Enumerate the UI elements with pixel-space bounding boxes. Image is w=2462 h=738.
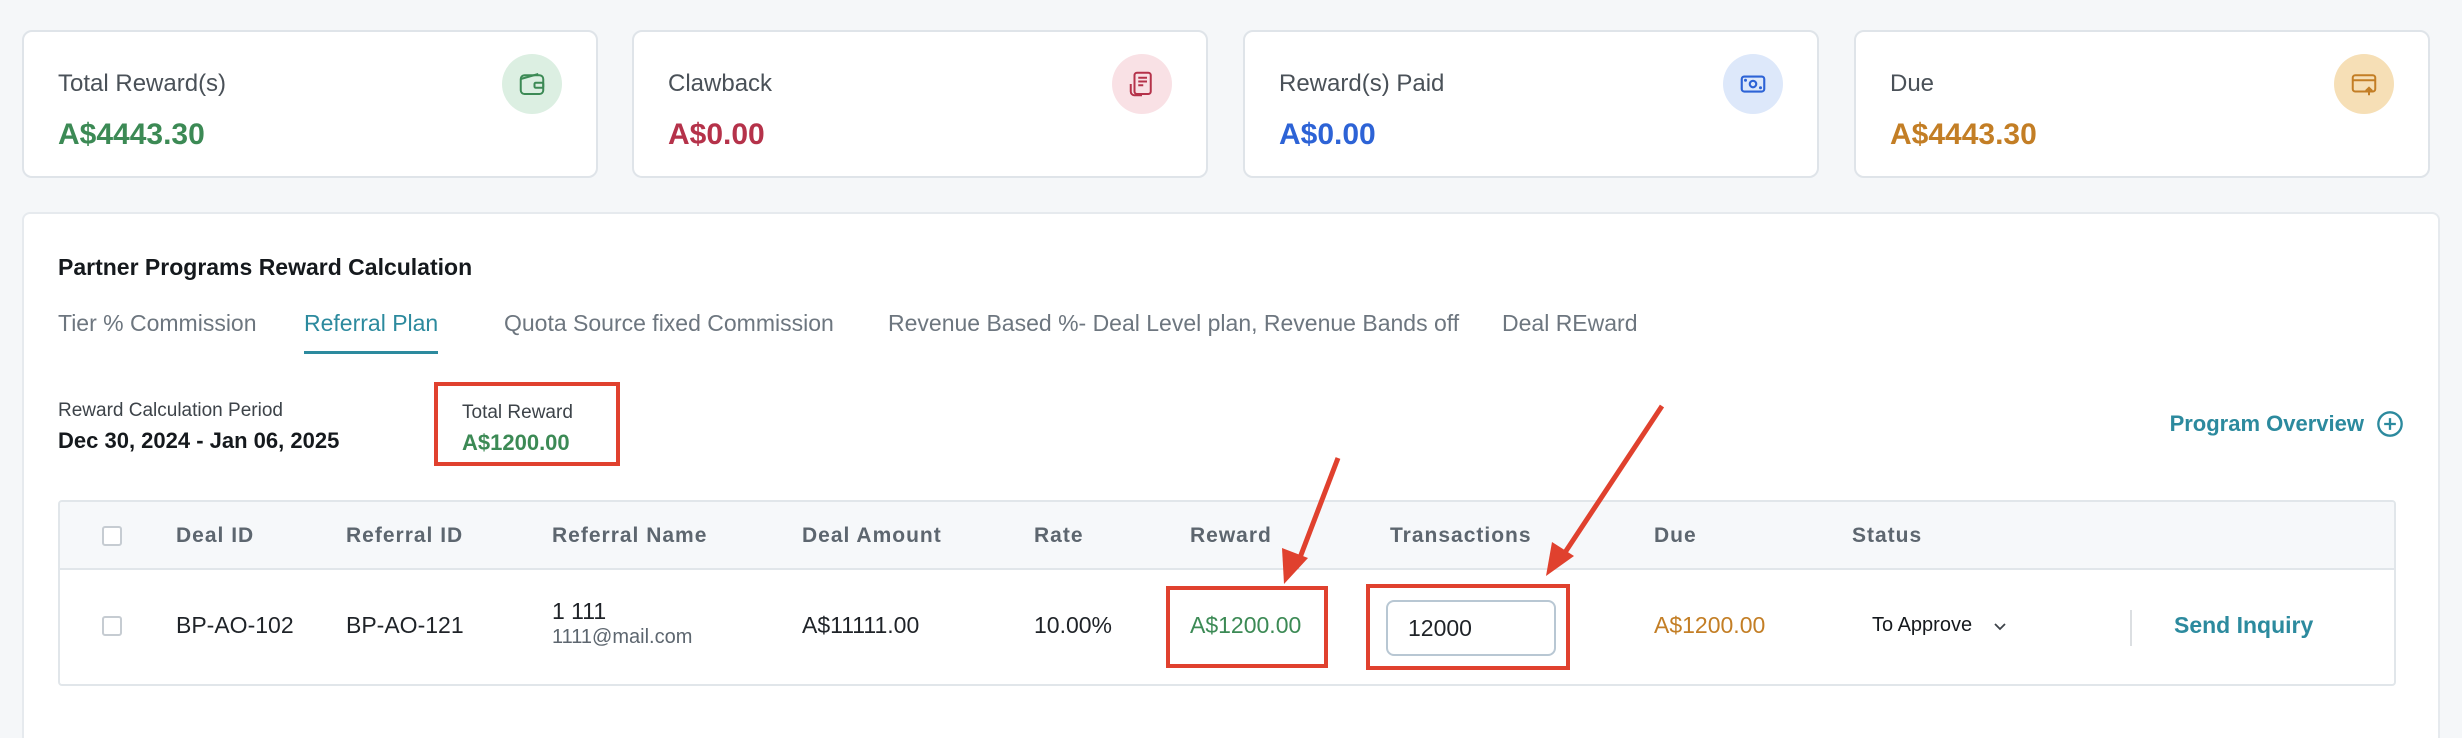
col-referral-name: Referral Name [552,524,708,547]
card-rewards-paid: Reward(s) Paid A$0.00 [1243,30,1819,178]
total-reward-label: Total Reward [462,402,573,423]
col-status: Status [1852,524,1923,547]
reward-calculation-panel: Partner Programs Reward Calculation Tier… [22,212,2440,738]
card-value: A$0.00 [668,118,765,151]
col-transactions: Transactions [1390,524,1532,547]
col-deal-amount: Deal Amount [802,524,942,547]
col-deal-id: Deal ID [176,524,255,547]
tab-tier-commission[interactable]: Tier % Commission [58,310,257,351]
wallet-icon [502,54,562,114]
deal-id: BP-AO-102 [176,612,294,638]
summary-cards: Total Reward(s) A$4443.30 Clawback A$0.0… [22,30,2430,178]
rewards-table: Deal ID Referral ID Referral Name Deal A… [58,500,2396,686]
total-reward-highlight: Total Reward A$1200.00 [434,382,620,466]
col-due: Due [1654,524,1697,547]
plus-circle-icon [2377,411,2403,437]
col-rate: Rate [1034,524,1084,547]
tab-revenue-based[interactable]: Revenue Based %- Deal Level plan, Revenu… [888,310,1459,351]
card-value: A$4443.30 [58,118,205,151]
referral-id: BP-AO-121 [346,612,464,638]
card-total-rewards: Total Reward(s) A$4443.30 [22,30,598,178]
due-value: A$1200.00 [1654,612,1766,638]
chevron-down-icon [1994,622,2006,630]
referral-name: 1 111 [552,598,607,624]
row-checkbox[interactable] [102,616,122,636]
card-value: A$0.00 [1279,118,1376,151]
rate: 10.00% [1034,612,1113,638]
referral-email: 1111@mail.com [552,626,693,648]
program-overview-link[interactable]: Program Overview [2170,410,2404,438]
panel-title: Partner Programs Reward Calculation [58,254,473,280]
card-value: A$4443.30 [1890,118,2037,151]
reward-value: A$1200.00 [1190,612,1302,638]
table-header: Deal ID Referral ID Referral Name Deal A… [60,502,2394,570]
deal-amount: A$11111.00 [802,612,920,638]
period-value: Dec 30, 2024 - Jan 06, 2025 [58,428,340,453]
tab-quota-source[interactable]: Quota Source fixed Commission [504,310,834,351]
tab-referral-plan[interactable]: Referral Plan [304,310,439,354]
receipt-icon [1112,54,1172,114]
col-referral-id: Referral ID [346,524,464,547]
total-reward-value: A$1200.00 [462,430,570,455]
card-due: Due A$4443.30 [1854,30,2430,178]
card-upload-icon [2334,54,2394,114]
col-reward: Reward [1190,524,1272,547]
card-label: Reward(s) Paid [1279,70,1445,97]
tab-deal-reward[interactable]: Deal REward [1502,310,1638,351]
card-label: Clawback [668,70,773,97]
card-label: Due [1890,70,1935,97]
card-label: Total Reward(s) [58,70,227,97]
period-label: Reward Calculation Period [58,400,283,421]
table-row: BP-AO-102 BP-AO-121 1 111 1111@mail.com … [60,570,2394,684]
card-clawback: Clawback A$0.00 [632,30,1208,178]
select-all-checkbox[interactable] [102,526,122,546]
action-divider [2130,610,2132,646]
transactions-input[interactable] [1386,600,1556,656]
status-dropdown[interactable]: To Approve [1872,614,2008,637]
status-value: To Approve [1872,614,1973,636]
program-overview-label: Program Overview [2169,411,2364,436]
send-inquiry-button[interactable]: Send Inquiry [2174,612,2313,639]
cash-icon [1723,54,1783,114]
